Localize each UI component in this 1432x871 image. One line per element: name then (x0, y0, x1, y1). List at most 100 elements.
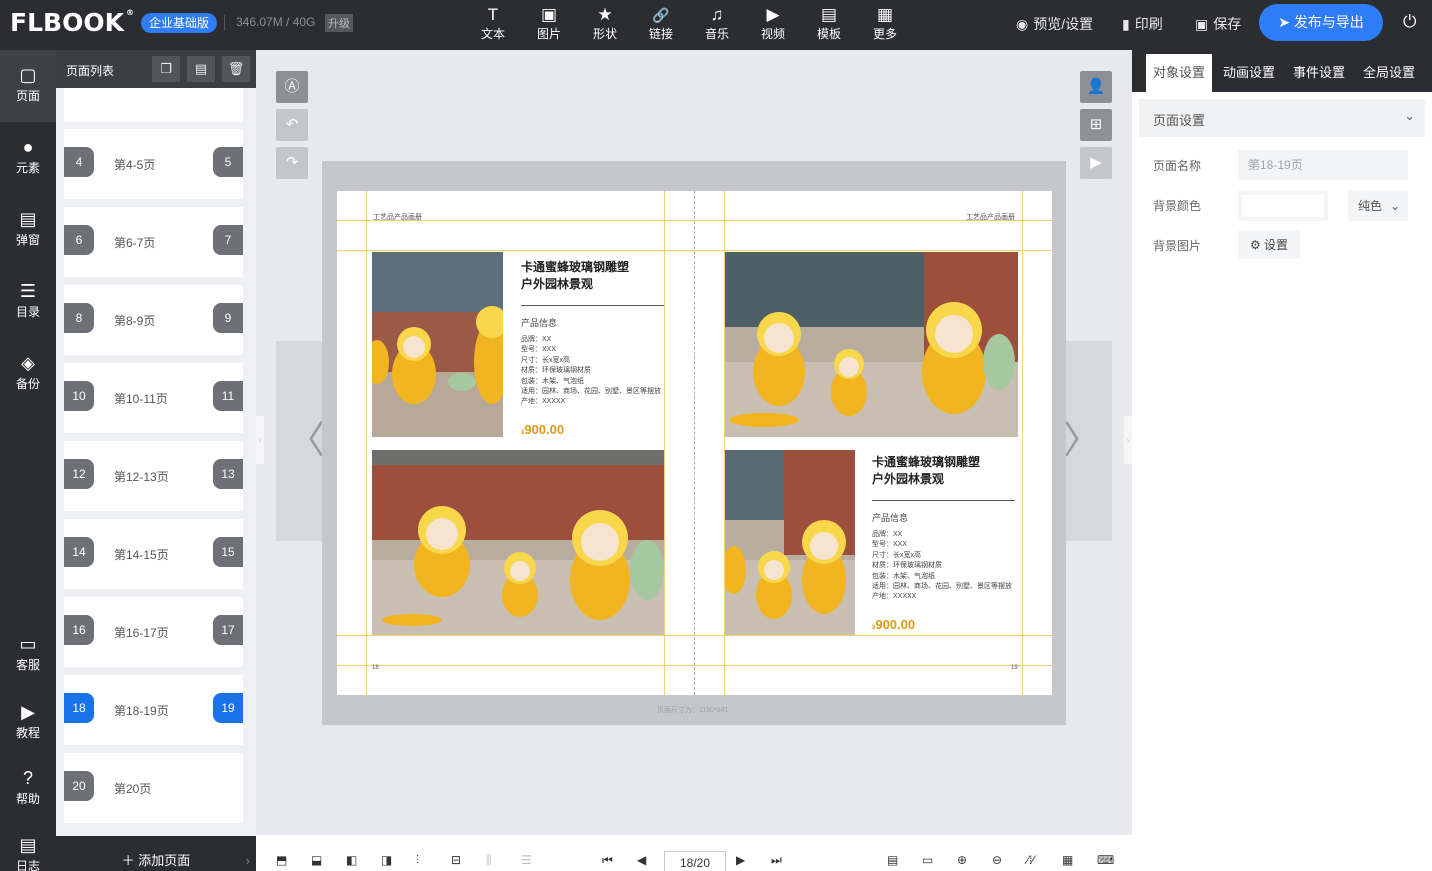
page-item[interactable]: 12 第12-13页 13 (64, 441, 243, 511)
print-button[interactable]: ▮ 印刷 (1122, 14, 1163, 34)
align-bottom-icon[interactable]: ⬓ (311, 853, 322, 867)
page-settings-section[interactable]: 页面设置 ⌄ (1139, 99, 1425, 137)
tool-template[interactable]: ▤ 模板 (809, 5, 849, 42)
align-horizontal-center-icon[interactable]: ⊟ (451, 853, 461, 867)
auto-layout-icon[interactable]: Ⓐ (276, 71, 308, 103)
tool-video[interactable]: ▶ 视频 (753, 5, 793, 42)
tool-shape[interactable]: ★ 形状 (585, 5, 625, 42)
align-top-icon[interactable]: ⬒ (276, 853, 287, 867)
page-name-input[interactable]: 第18-19页 (1238, 150, 1408, 180)
page-item[interactable]: 16 第16-17页 17 (64, 597, 243, 667)
page-item[interactable]: 20 第20页 (64, 753, 243, 823)
tool-image[interactable]: ▣ 图片 (529, 5, 569, 42)
tab-animation-settings[interactable]: 动画设置 (1216, 54, 1282, 92)
distribute-vertical-icon[interactable]: ☰ (521, 853, 532, 867)
page-item[interactable]: 4 第4-5页 5 (64, 129, 243, 199)
chevron-down-icon: ⌄ (1389, 199, 1400, 213)
page-spread[interactable]: 卡通蜜蜂玻璃钢雕塑 户外园林景观 产品信息 品牌：XX 型号：XXX 尺寸：长x… (337, 191, 1052, 695)
undo-icon[interactable]: ↶ (276, 109, 308, 141)
nav-log[interactable]: ▤ 日志 (0, 820, 56, 871)
align-right-icon[interactable]: ◨ (381, 853, 392, 867)
left-nav: ▢ 页面 ● 元素 ▤ 弹窗 ☰ 目录 ◈ 备份 ▭ 客服 ▶ 教程 ? 帮助 ▤ 日志 (0, 50, 56, 871)
align-vertical-center-icon[interactable]: ⫶ (416, 853, 419, 868)
product-photo[interactable] (724, 252, 1018, 437)
nav-backup[interactable]: ◈ 备份 (0, 338, 56, 410)
divider (521, 305, 664, 306)
play-icon[interactable]: ▶ (1080, 147, 1112, 179)
distribute-horizontal-icon[interactable]: ⫼ (486, 853, 492, 868)
star-icon: ★ (597, 5, 613, 24)
color-swatch (1242, 195, 1324, 217)
product-photo[interactable] (724, 450, 855, 636)
tab-object-settings[interactable]: 对象设置 (1146, 54, 1212, 92)
nav-popups[interactable]: ▤ 弹窗 (0, 194, 56, 266)
nav-pages[interactable]: ▢ 页面 (0, 50, 56, 122)
add-page-button[interactable]: ＋ 添加页面 › (56, 836, 256, 871)
redo-icon[interactable]: ↷ (276, 147, 308, 179)
tool-text[interactable]: T 文本 (473, 5, 513, 42)
upgrade-button[interactable]: 升级 (325, 14, 353, 32)
trash-icon[interactable]: 🗑 (222, 56, 250, 82)
page-item[interactable]: 8 第8-9页 9 (64, 285, 243, 355)
product-info-block[interactable]: 卡通蜜蜂玻璃钢雕塑 户外园林景观 产品信息 品牌：XX 型号：XXX 尺寸：长x… (521, 259, 664, 437)
grid-icon[interactable]: ▦ (1062, 853, 1073, 867)
nav-support[interactable]: ▭ 客服 (0, 619, 56, 691)
collapse-right-handle[interactable]: › (1124, 416, 1132, 464)
product-photo[interactable] (372, 252, 503, 437)
chevron-down-icon: ⌄ (1404, 108, 1415, 123)
bg-color-mode-select[interactable]: 纯色 ⌄ (1348, 191, 1408, 221)
flbook-logo[interactable]: FLBOOK ® (10, 8, 134, 37)
document-icon[interactable]: ▤ (887, 853, 898, 867)
tool-music[interactable]: ♫ 音乐 (697, 5, 737, 42)
bee-sculpture-image (724, 450, 855, 636)
next-page-icon[interactable]: ▶ (736, 853, 745, 867)
product-photo[interactable] (372, 450, 664, 636)
page-list-header: 页面列表 ❐ ▤ 🗑 (56, 50, 256, 88)
page-header: 工艺品产品画册 (373, 214, 422, 221)
product-price: ¥900.00 (521, 421, 565, 437)
bg-color-picker[interactable] (1238, 191, 1328, 221)
properties-panel: 对象设置 动画设置 事件设置 全局设置 页面设置 ⌄ 页面名称 第18-19页 … (1132, 50, 1432, 871)
nav-help[interactable]: ? 帮助 (0, 753, 56, 825)
page-item[interactable]: 14 第14-15页 15 (64, 519, 243, 589)
tool-link[interactable]: 🔗 链接 (641, 5, 681, 42)
page-name-label: 页面名称 (1153, 159, 1202, 173)
nav-elements[interactable]: ● 元素 (0, 122, 56, 194)
preview-settings-button[interactable]: ◉ 预览/设置 (1016, 14, 1093, 34)
first-page-icon[interactable]: ⏮ (602, 853, 613, 868)
nav-toc[interactable]: ☰ 目录 (0, 266, 56, 338)
fit-screen-icon[interactable]: ▭ (922, 853, 933, 867)
guides-icon[interactable]: ⁄⁞⁄ (1027, 853, 1034, 867)
divider (224, 15, 225, 31)
tab-global-settings[interactable]: 全局设置 (1356, 54, 1422, 92)
page-item[interactable]: 10 第10-11页 11 (64, 363, 243, 433)
plus-icon: ＋ (121, 853, 139, 868)
image-icon: ▣ (540, 5, 558, 24)
tool-more[interactable]: ▦ 更多 (865, 5, 905, 42)
play-circle-icon: ▶ (21, 702, 35, 722)
zoom-in-icon[interactable]: ⊕ (957, 853, 967, 867)
tab-event-settings[interactable]: 事件设置 (1286, 54, 1352, 92)
nav-tutorial[interactable]: ▶ 教程 (0, 687, 56, 759)
copy-icon[interactable]: ▤ (187, 56, 215, 82)
prev-page-icon[interactable]: ◀ (637, 853, 646, 867)
keyboard-icon[interactable]: ⌨ (1097, 853, 1114, 867)
last-page-icon[interactable]: ⏭ (771, 853, 782, 868)
duplicate-icon[interactable]: ❐ (152, 56, 180, 82)
product-info-block[interactable]: 卡通蜜蜂玻璃钢雕塑 户外园林景观 产品信息 品牌：XX 型号：XXX 尺寸：长x… (872, 454, 1015, 632)
list-icon: ☰ (19, 281, 37, 301)
collapse-left-handle[interactable]: ‹ (256, 416, 264, 464)
bg-image-settings-button[interactable]: ⚙ 设置 (1238, 231, 1300, 259)
add-page-icon[interactable]: ⊞ (1080, 109, 1112, 141)
save-button[interactable]: ▣ 保存 (1195, 14, 1241, 34)
guide-line (1022, 191, 1023, 695)
page-indicator-input[interactable]: 18/20 (664, 851, 726, 871)
align-left-icon[interactable]: ◧ (346, 853, 357, 867)
page-item[interactable]: 6 第6-7页 7 (64, 207, 243, 277)
publish-export-button[interactable]: ➤ 发布与导出 (1259, 4, 1383, 41)
page-item-selected[interactable]: 18 第18-19页 19 (64, 675, 243, 745)
zoom-out-icon[interactable]: ⊖ (992, 853, 1002, 867)
page-size-info: 页面尺寸为：1190*841 (657, 707, 729, 714)
power-icon[interactable]: ⏻ (1403, 12, 1416, 32)
add-user-icon[interactable]: 👤 (1080, 71, 1112, 103)
